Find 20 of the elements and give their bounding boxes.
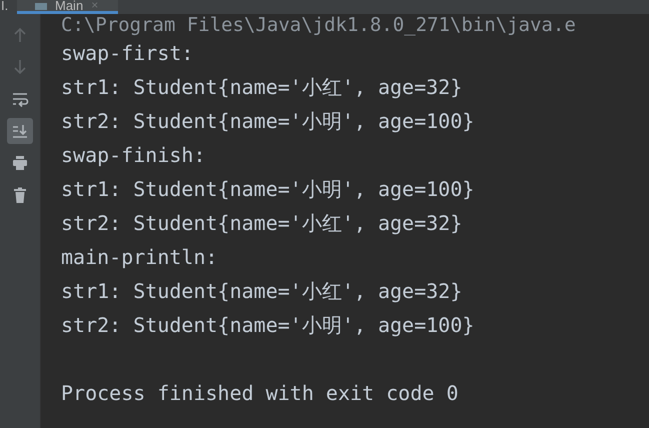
- console-line: main-println:: [61, 245, 218, 269]
- soft-wrap-icon: [11, 90, 29, 108]
- console-line: str1: Student{name='小红', age=32}: [61, 75, 462, 99]
- file-icon: [35, 3, 47, 10]
- toolbar-button[interactable]: [7, 118, 33, 144]
- tab-fragment: I.: [1, 0, 10, 12]
- tab-label: Main: [55, 0, 84, 11]
- trash-icon: [11, 186, 29, 204]
- tab[interactable]: Main ×: [17, 0, 118, 14]
- console-command: C:\Program Files\Java\jdk1.8.0_271\bin\java.e: [61, 14, 576, 36]
- scroll-to-end-icon: [11, 122, 29, 140]
- console-line: swap-finish:: [61, 143, 206, 167]
- console-line: swap-first:: [61, 41, 194, 65]
- console-line: str2: Student{name='小明', age=100}: [61, 109, 474, 133]
- console-line: str1: Student{name='小红', age=32}: [61, 279, 462, 303]
- console-line: str1: Student{name='小明', age=100}: [61, 177, 474, 201]
- console-line: Process finished with exit code 0: [61, 381, 458, 405]
- console-line: str2: Student{name='小明', age=100}: [61, 313, 474, 337]
- console-line: str2: Student{name='小红', age=32}: [61, 211, 462, 235]
- printer-icon: [11, 154, 29, 172]
